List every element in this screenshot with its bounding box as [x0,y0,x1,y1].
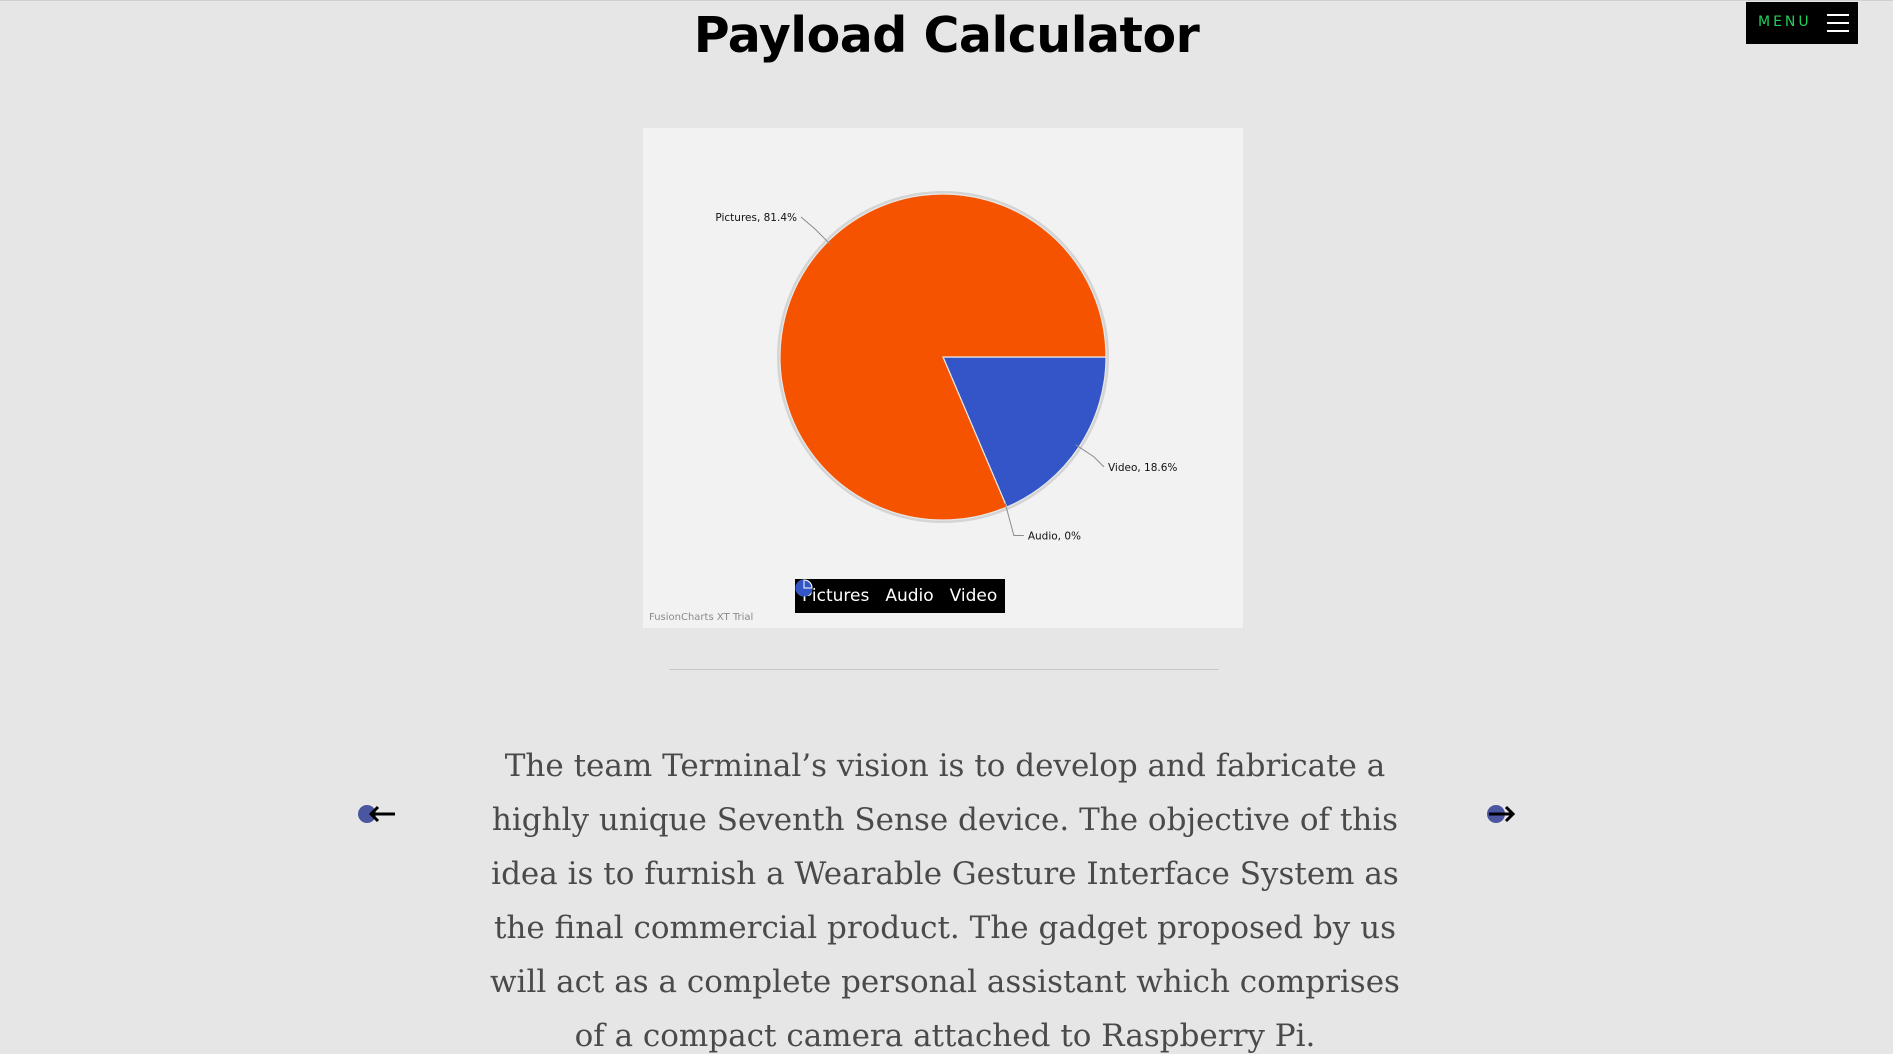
legend-item-video[interactable]: Video [795,579,998,606]
legend-label-audio: Audio [885,586,934,606]
legend-marker-video [795,579,813,597]
menu-label: MENU [1758,14,1812,30]
chart-watermark: FusionCharts XT Trial [649,612,754,623]
data-label-video: Video, 18.6% [1108,462,1177,474]
page-title: Payload Calculator [693,7,1200,64]
menu-button[interactable]: MENU [1746,2,1858,44]
legend-label-video: Video [949,586,998,606]
data-label-audio: Audio, 0% [1028,531,1081,543]
chart-legend: Pictures Audio Video [795,579,1006,613]
pie-chart-canvas: Pictures, 81.4% Audio, 0% Video, 18.6% [715,191,1177,543]
data-label-pictures: Pictures, 81.4% [715,212,797,224]
page: Payload Calculator MENU Pictures, 81.4% A… [0,0,1893,1054]
arrow-left-icon[interactable] [357,801,397,827]
legend-item-audio[interactable]: Audio [795,579,934,606]
pie-chart: Pictures, 81.4% Audio, 0% Video, 18.6% Pic… [643,128,1243,628]
divider [669,669,1219,670]
description-text: The team Terminal’s vision is to develop… [490,748,1400,1054]
leader-line-video [1075,444,1105,468]
arrow-right-icon[interactable] [1485,801,1525,827]
leader-line-pictures [800,216,831,245]
hamburger-icon [1827,13,1849,33]
